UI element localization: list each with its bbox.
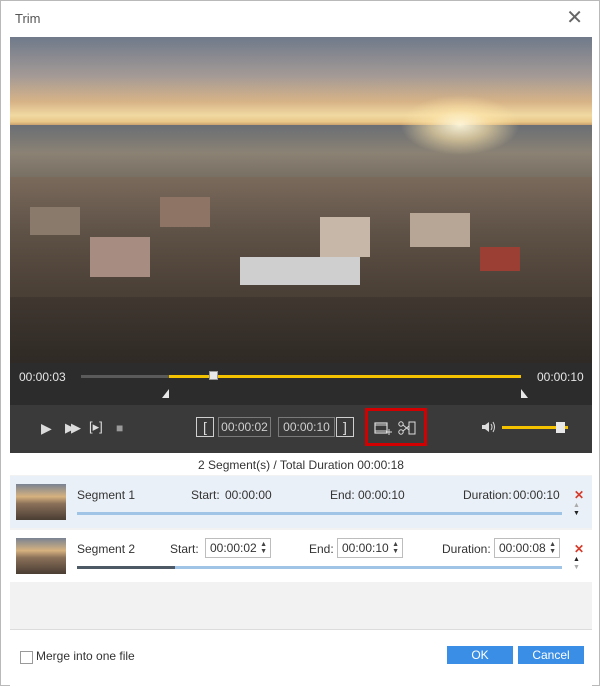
delete-segment-icon[interactable]: ✕ [574, 542, 584, 556]
volume-icon[interactable] [481, 420, 497, 436]
start-time-field[interactable]: 00:00:02 ▲ ▼ [205, 538, 271, 558]
spinner-arrows-icon[interactable]: ▲ ▼ [549, 541, 556, 555]
start-time-value: 00:00:02 [210, 541, 257, 555]
segment-name: Segment 1 [77, 488, 136, 502]
reorder-arrows: ▲ ▼ [573, 556, 580, 572]
summary-bar: 2 Segment(s) / Total Duration 00:00:18 [10, 453, 592, 476]
segment-row[interactable]: Segment 2 Start: 00:00:02 ▲ ▼ End: 00:00:… [10, 530, 592, 582]
dialog-footer: Merge into one file OK Cancel [10, 629, 592, 686]
building [160, 197, 210, 227]
selection-range [169, 375, 521, 378]
next-frame-icon[interactable]: [▸] [89, 420, 103, 434]
end-marker[interactable] [521, 389, 528, 398]
building [410, 213, 470, 247]
video-preview [10, 37, 592, 363]
sun-glow [400, 95, 520, 155]
split-scissors-icon[interactable] [398, 420, 416, 438]
building [30, 207, 80, 235]
duration-label: Duration: [442, 542, 491, 556]
fast-forward-icon[interactable]: ▶▶ [65, 421, 81, 435]
close-icon[interactable]: ✕ [566, 8, 583, 28]
town-area [10, 177, 592, 363]
stop-icon[interactable]: ■ [116, 421, 123, 435]
building [90, 237, 150, 277]
segment-progress [77, 512, 562, 515]
segments-summary: 2 Segment(s) / Total Duration 00:00:18 [198, 458, 404, 472]
start-marker[interactable] [162, 389, 169, 398]
building [320, 217, 370, 257]
segment-name: Segment 2 [77, 542, 136, 556]
reorder-arrows: ▲ ▼ [573, 502, 580, 518]
spinner-arrows-icon[interactable]: ▲ ▼ [392, 541, 399, 555]
end-label: End: [330, 488, 355, 502]
building [480, 247, 520, 271]
trim-end-time[interactable]: 00:00:10 [278, 417, 335, 437]
cancel-button[interactable]: Cancel [518, 646, 584, 664]
foreground [10, 297, 592, 363]
merge-label: Merge into one file [36, 649, 135, 663]
play-icon[interactable]: ▶ [41, 421, 52, 435]
duration-label: Duration: [463, 488, 512, 502]
duration-value: 00:00:10 [513, 488, 560, 502]
set-end-button[interactable]: ] [336, 417, 354, 437]
merge-checkbox[interactable] [20, 651, 33, 664]
segment-thumbnail [16, 538, 66, 574]
move-up-icon[interactable]: ▲ [573, 556, 580, 564]
add-segment-icon[interactable] [374, 420, 392, 438]
move-down-icon[interactable]: ▼ [573, 510, 580, 518]
volume-thumb[interactable] [556, 422, 566, 433]
current-time: 00:00:03 [19, 370, 66, 384]
end-label: End: [309, 542, 334, 556]
end-time-field[interactable]: 00:00:10 ▲ ▼ [337, 538, 403, 558]
delete-segment-icon[interactable]: ✕ [574, 488, 584, 502]
spinner-arrows-icon[interactable]: ▲ ▼ [260, 541, 267, 555]
move-up-icon[interactable]: ▲ [573, 502, 580, 510]
timeline-bar: 00:00:03 00:00:10 [10, 363, 592, 405]
building [240, 257, 360, 285]
end-value: 00:00:10 [358, 488, 405, 502]
trim-start-time[interactable]: 00:00:02 [218, 417, 271, 437]
move-down-icon[interactable]: ▼ [573, 564, 580, 572]
window-title: Trim [15, 11, 41, 26]
title-bar: Trim ✕ [1, 1, 599, 37]
segment-thumbnail [16, 484, 66, 520]
segment-progress-fill [77, 566, 175, 569]
duration-value: 00:00:08 [499, 541, 546, 555]
segment-row[interactable]: Segment 1 Start: 00:00:00 End: 00:00:10 … [10, 476, 592, 528]
duration-field[interactable]: 00:00:08 ▲ ▼ [494, 538, 560, 558]
playhead[interactable] [209, 371, 218, 380]
set-start-button[interactable]: [ [196, 417, 214, 437]
segment-list: Segment 1 Start: 00:00:00 End: 00:00:10 … [10, 475, 592, 629]
ok-button[interactable]: OK [447, 646, 513, 664]
total-time: 00:00:10 [537, 370, 584, 384]
playback-controls: ▶ ▶▶ [▸] ■ [ 00:00:02 00:00:10 ] [10, 405, 592, 453]
start-label: Start: [191, 488, 220, 502]
start-value: 00:00:00 [225, 488, 272, 502]
trim-dialog: Trim ✕ 00:00:03 00:00:10 ▶ ▶▶ [▸] ■ [00… [0, 0, 600, 686]
end-time-value: 00:00:10 [342, 541, 389, 555]
start-label: Start: [170, 542, 199, 556]
segment-progress [77, 566, 562, 569]
timeline-track[interactable] [81, 371, 521, 380]
